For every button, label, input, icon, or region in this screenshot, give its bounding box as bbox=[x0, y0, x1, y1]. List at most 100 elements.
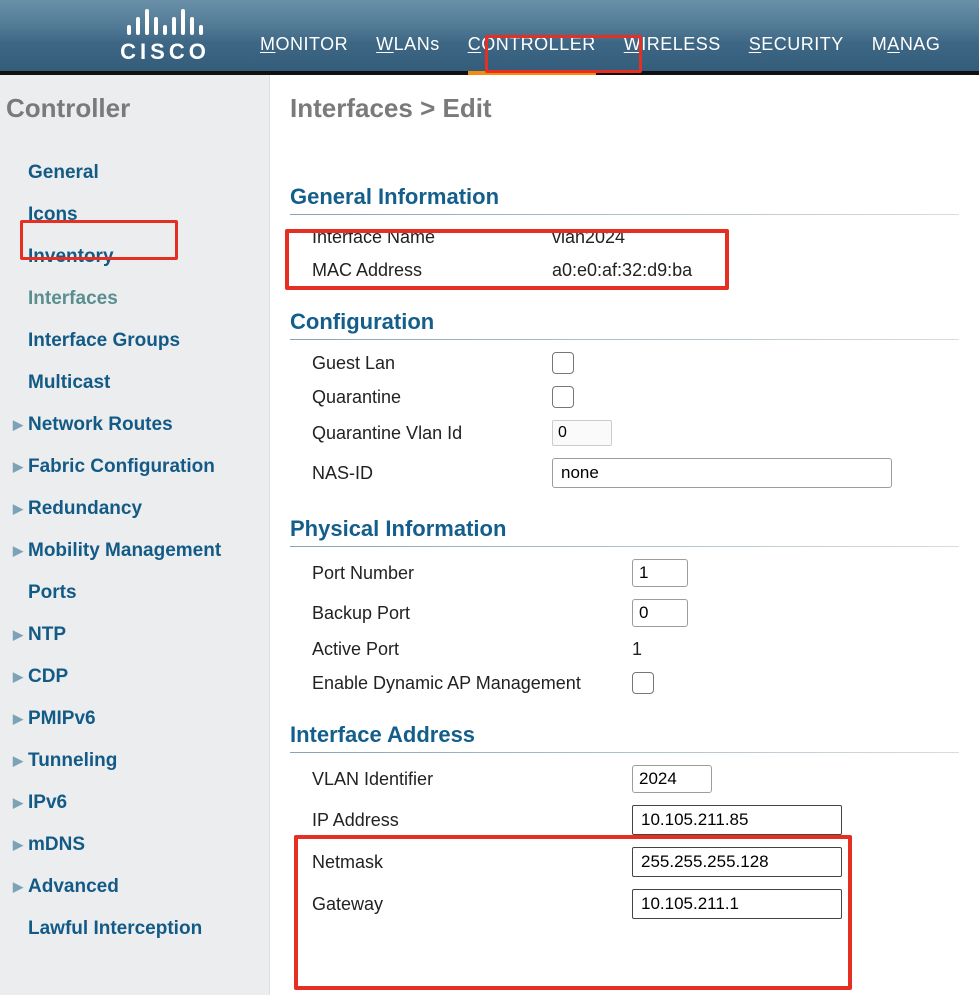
heading-general: General Information bbox=[290, 184, 959, 210]
page-title: Interfaces > Edit bbox=[290, 93, 959, 124]
section-configuration: Configuration Guest Lan Quarantine Quara… bbox=[290, 309, 959, 494]
label-guest-lan: Guest Lan bbox=[312, 353, 552, 374]
sidebar-item-network-routes[interactable]: ▶Network Routes bbox=[6, 406, 263, 444]
input-backup-port[interactable] bbox=[632, 599, 688, 627]
row-dynamic-ap: Enable Dynamic AP Management bbox=[290, 666, 959, 700]
sidebar-item-tunneling[interactable]: ▶Tunneling bbox=[6, 742, 263, 780]
chevron-right-icon: ▶ bbox=[8, 417, 28, 433]
row-mac-address: MAC Address a0:e0:af:32:d9:ba bbox=[290, 254, 959, 287]
section-physical: Physical Information Port Number Backup … bbox=[290, 516, 959, 700]
sidebar-item-label: NTP bbox=[28, 624, 66, 646]
nav-tab-SECURITY[interactable]: SECURITY bbox=[749, 34, 844, 55]
sidebar-item-label: IPv6 bbox=[28, 792, 67, 814]
nav-tab-MANAG[interactable]: MANAG bbox=[872, 34, 941, 55]
checkbox-dynamic-ap[interactable] bbox=[632, 672, 654, 694]
input-ip-address[interactable] bbox=[632, 805, 842, 835]
sidebar-item-label: Network Routes bbox=[28, 414, 173, 436]
divider bbox=[290, 214, 959, 215]
sidebar-item-label: General bbox=[28, 162, 99, 184]
nav-tabs: MONITORWLANsCONTROLLERWIRELESSSECURITYMA… bbox=[260, 34, 940, 71]
label-backup-port: Backup Port bbox=[312, 603, 632, 624]
input-nas-id[interactable] bbox=[552, 458, 892, 488]
row-nas-id: NAS-ID bbox=[290, 452, 959, 494]
row-port-number: Port Number bbox=[290, 553, 959, 593]
cisco-bars-icon bbox=[127, 5, 203, 35]
section-address: Interface Address VLAN Identifier IP Add… bbox=[290, 722, 959, 925]
sidebar-item-interface-groups[interactable]: ▶Interface Groups bbox=[6, 322, 263, 360]
label-quarantine: Quarantine bbox=[312, 387, 552, 408]
checkbox-guest-lan[interactable] bbox=[552, 352, 574, 374]
sidebar-title: Controller bbox=[6, 93, 263, 124]
nav-tab-CONTROLLER[interactable]: CONTROLLER bbox=[468, 34, 596, 75]
sidebar-item-pmipv6[interactable]: ▶PMIPv6 bbox=[6, 700, 263, 738]
checkbox-quarantine[interactable] bbox=[552, 386, 574, 408]
sidebar-item-fabric-configuration[interactable]: ▶Fabric Configuration bbox=[6, 448, 263, 486]
sidebar-item-label: Inventory bbox=[28, 246, 114, 268]
sidebar-item-inventory[interactable]: ▶Inventory bbox=[6, 238, 263, 276]
row-ip-address: IP Address bbox=[290, 799, 959, 841]
sidebar-item-label: PMIPv6 bbox=[28, 708, 96, 730]
sidebar-item-mobility-management[interactable]: ▶Mobility Management bbox=[6, 532, 263, 570]
row-guest-lan: Guest Lan bbox=[290, 346, 959, 380]
row-interface-name: Interface Name vlan2024 bbox=[290, 221, 959, 254]
sidebar-item-advanced[interactable]: ▶Advanced bbox=[6, 868, 263, 906]
label-active-port: Active Port bbox=[312, 639, 632, 660]
sidebar-item-icons[interactable]: ▶Icons bbox=[6, 196, 263, 234]
sidebar-item-label: Multicast bbox=[28, 372, 110, 394]
section-general: General Information Interface Name vlan2… bbox=[290, 184, 959, 287]
sidebar-item-ipv6[interactable]: ▶IPv6 bbox=[6, 784, 263, 822]
heading-physical: Physical Information bbox=[290, 516, 959, 542]
heading-configuration: Configuration bbox=[290, 309, 959, 335]
nav-tab-MONITOR[interactable]: MONITOR bbox=[260, 34, 348, 55]
input-vlan-id[interactable] bbox=[632, 765, 712, 793]
sidebar-item-label: Fabric Configuration bbox=[28, 456, 215, 478]
label-netmask: Netmask bbox=[312, 852, 632, 873]
chevron-right-icon: ▶ bbox=[8, 627, 28, 643]
sidebar-item-label: Redundancy bbox=[28, 498, 142, 520]
row-quarantine-vlan: Quarantine Vlan Id bbox=[290, 414, 959, 452]
input-quarantine-vlan[interactable] bbox=[552, 420, 612, 446]
sidebar-item-label: Interfaces bbox=[28, 288, 118, 310]
nav-tab-WIRELESS[interactable]: WIRELESS bbox=[624, 34, 721, 55]
sidebar-item-ntp[interactable]: ▶NTP bbox=[6, 616, 263, 654]
sidebar-item-cdp[interactable]: ▶CDP bbox=[6, 658, 263, 696]
divider bbox=[290, 546, 959, 547]
chevron-right-icon: ▶ bbox=[8, 711, 28, 727]
row-netmask: Netmask bbox=[290, 841, 959, 883]
sidebar-item-ports[interactable]: ▶Ports bbox=[6, 574, 263, 612]
label-nas-id: NAS-ID bbox=[312, 463, 552, 484]
row-backup-port: Backup Port bbox=[290, 593, 959, 633]
sidebar-item-general[interactable]: ▶General bbox=[6, 154, 263, 192]
chevron-right-icon: ▶ bbox=[8, 459, 28, 475]
sidebar-item-label: Lawful Interception bbox=[28, 918, 202, 940]
nav-tab-WLANs[interactable]: WLANs bbox=[376, 34, 440, 55]
sidebar-item-label: Interface Groups bbox=[28, 330, 180, 352]
sidebar-item-interfaces[interactable]: ▶Interfaces bbox=[6, 280, 263, 318]
row-active-port: Active Port 1 bbox=[290, 633, 959, 666]
row-vlan-id: VLAN Identifier bbox=[290, 759, 959, 799]
label-ip-address: IP Address bbox=[312, 810, 632, 831]
label-quarantine-vlan: Quarantine Vlan Id bbox=[312, 423, 552, 444]
input-netmask[interactable] bbox=[632, 847, 842, 877]
input-gateway[interactable] bbox=[632, 889, 842, 919]
sidebar-item-label: Mobility Management bbox=[28, 540, 221, 562]
chevron-right-icon: ▶ bbox=[8, 837, 28, 853]
sidebar-item-label: Tunneling bbox=[28, 750, 117, 772]
row-quarantine: Quarantine bbox=[290, 380, 959, 414]
sidebar-item-label: Ports bbox=[28, 582, 77, 604]
heading-address: Interface Address bbox=[290, 722, 959, 748]
cisco-logo: CISCO bbox=[0, 0, 260, 71]
label-vlan-id: VLAN Identifier bbox=[312, 769, 632, 790]
sidebar-item-mdns[interactable]: ▶mDNS bbox=[6, 826, 263, 864]
label-dynamic-ap: Enable Dynamic AP Management bbox=[312, 673, 632, 694]
row-gateway: Gateway bbox=[290, 883, 959, 925]
sidebar-item-multicast[interactable]: ▶Multicast bbox=[6, 364, 263, 402]
input-port-number[interactable] bbox=[632, 559, 688, 587]
sidebar-item-redundancy[interactable]: ▶Redundancy bbox=[6, 490, 263, 528]
top-nav-bar: CISCO MONITOR WLANs CONTROLLER WIRELESS SECU… bbox=[0, 0, 979, 75]
main-content: Interfaces > Edit General Information In… bbox=[270, 75, 979, 995]
label-port-number: Port Number bbox=[312, 563, 632, 584]
divider bbox=[290, 339, 959, 340]
sidebar-item-lawful-interception[interactable]: ▶Lawful Interception bbox=[6, 910, 263, 948]
value-active-port: 1 bbox=[632, 639, 642, 660]
